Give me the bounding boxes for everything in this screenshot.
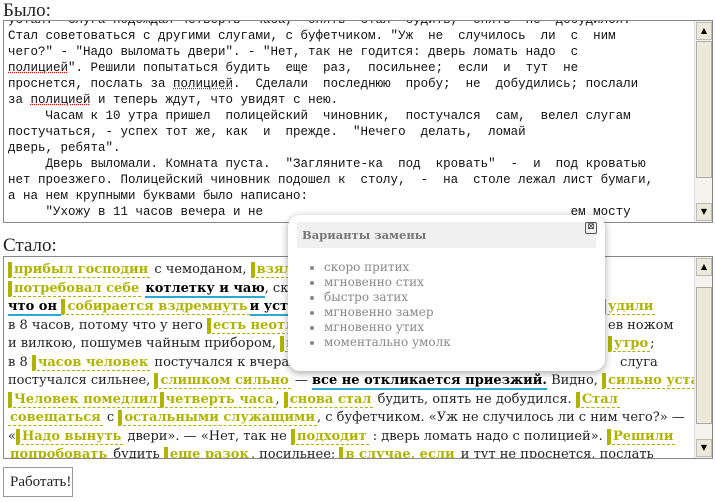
- before-text: устал. Слуга подождал четверть часа, опя…: [8, 20, 654, 220]
- before-line: Дверь выломали. Комната пуста. "Заглянит…: [8, 157, 646, 171]
- replacement-popup: Варианты замены ⊠ скоро притих мгновенно…: [288, 215, 605, 371]
- before-line: Стал советоваться с другими слугами, с б…: [8, 29, 616, 43]
- replacement[interactable]: часов человек: [31, 354, 151, 371]
- text: ев ножом: [608, 317, 674, 333]
- highlight[interactable]: котлетку и чаю: [145, 280, 265, 298]
- text: двери». — «Нет, так не: [123, 428, 291, 444]
- replacement[interactable]: Решили: [606, 428, 676, 445]
- scroll-thumb[interactable]: [696, 41, 712, 178]
- scroll-thumb[interactable]: [696, 287, 712, 424]
- option-item[interactable]: мгновенно утих: [324, 320, 451, 335]
- scroll-down-icon[interactable]: ▼: [696, 203, 712, 221]
- text: , с буфетчиком. «Уж не случилось ли с ни…: [317, 410, 685, 425]
- replacement[interactable]: еще разок: [163, 447, 251, 458]
- after-label: Стало:: [3, 235, 57, 256]
- text: ;: [650, 336, 655, 351]
- before-line: дверь, ребята".: [8, 141, 121, 155]
- popup-title: Варианты замены: [297, 222, 596, 248]
- replacement[interactable]: остальными служащими: [118, 410, 317, 426]
- scrollbar[interactable]: ▲ ▼: [694, 257, 712, 458]
- run-button[interactable]: Работать!: [3, 467, 73, 497]
- text: постучался сильнее,: [8, 373, 155, 388]
- text: ,: [275, 391, 284, 407]
- replacement[interactable]: удили: [602, 299, 656, 315]
- close-icon[interactable]: ⊠: [585, 222, 597, 234]
- options-list: скоро притих мгновенно стих быстро затих…: [314, 260, 451, 350]
- replacement[interactable]: потребовал себе: [8, 280, 142, 297]
- replacement[interactable]: совещаться: [8, 410, 103, 426]
- scroll-up-icon[interactable]: ▲: [696, 22, 712, 40]
- before-line: Часам к 10 утра пришел полицейский чинов…: [8, 109, 631, 123]
- replacement[interactable]: в случае, если: [339, 447, 457, 458]
- text: с: [102, 410, 119, 425]
- replacement[interactable]: утро: [608, 336, 651, 352]
- replacement[interactable]: Стал: [575, 391, 620, 408]
- highlight[interactable]: и уст: [249, 299, 289, 316]
- text: будить: [109, 447, 164, 459]
- before-line: чего?" - "Надо выломать двери". - "Нет, …: [8, 45, 579, 59]
- highlight[interactable]: что он: [8, 299, 62, 316]
- text: с чемоданом,: [150, 262, 251, 277]
- option-item[interactable]: быстро затих: [324, 290, 451, 305]
- replacement[interactable]: слишком сильно: [154, 373, 291, 389]
- replacement[interactable]: снова стал: [283, 391, 374, 408]
- before-line: устал. Слуга подождал четверть часа, опя…: [8, 20, 631, 27]
- option-item[interactable]: мгновенно замер: [324, 305, 451, 320]
- replacement[interactable]: прибыл господин: [8, 262, 151, 278]
- text: будить, опять не добудился.: [373, 391, 576, 407]
- before-textarea[interactable]: устал. Слуга подождал четверть часа, опя…: [3, 20, 713, 223]
- highlight[interactable]: все не откликается приезжий.: [312, 373, 547, 390]
- text: постучался к вчераш: [150, 354, 302, 370]
- text: —: [290, 373, 313, 388]
- replacement[interactable]: подходит: [290, 428, 369, 445]
- replacement[interactable]: попробовать: [8, 447, 110, 458]
- before-line: нет проезжего. Полицейский чиновник подо…: [8, 173, 654, 187]
- text: : дверь ломать надо с полицией».: [368, 428, 607, 444]
- before-line: а на нем крупными буквами было написано:: [8, 189, 309, 203]
- text: Видно,: [546, 373, 603, 388]
- scroll-down-icon[interactable]: ▼: [696, 439, 712, 457]
- option-item[interactable]: мгновенно стих: [324, 275, 451, 290]
- text: и вилкою, пошумев чайным прибором,: [8, 336, 281, 351]
- before-line: за полицией и теперь ждут, что увидят с …: [8, 93, 339, 107]
- before-line: полицией". Решили попытаться будить еще …: [8, 61, 579, 75]
- text: слуга: [620, 354, 658, 370]
- option-item[interactable]: скоро притих: [324, 260, 451, 275]
- before-line: постучаться, - успех тот же, как и прежд…: [8, 125, 526, 139]
- scroll-up-icon[interactable]: ▲: [696, 258, 712, 276]
- before-line: проснется, послать за полицией. Сделали …: [8, 77, 639, 91]
- replacement[interactable]: Надо вынуть: [15, 428, 124, 445]
- option-item[interactable]: моментально умолк: [324, 335, 451, 350]
- replacement[interactable]: Человек помедлил: [8, 391, 160, 408]
- text: в 8: [8, 354, 32, 370]
- before-label: Было:: [3, 0, 51, 21]
- text: «: [8, 428, 16, 444]
- text: в 8 часов, потому что у него: [8, 317, 207, 333]
- replacement[interactable]: собирается вздремнуть: [61, 299, 250, 315]
- scrollbar[interactable]: ▲ ▼: [694, 21, 712, 222]
- text: , посильнее;: [250, 447, 340, 459]
- text: и тут не проснется, послать: [456, 447, 654, 459]
- replacement[interactable]: четверть часа: [159, 391, 276, 408]
